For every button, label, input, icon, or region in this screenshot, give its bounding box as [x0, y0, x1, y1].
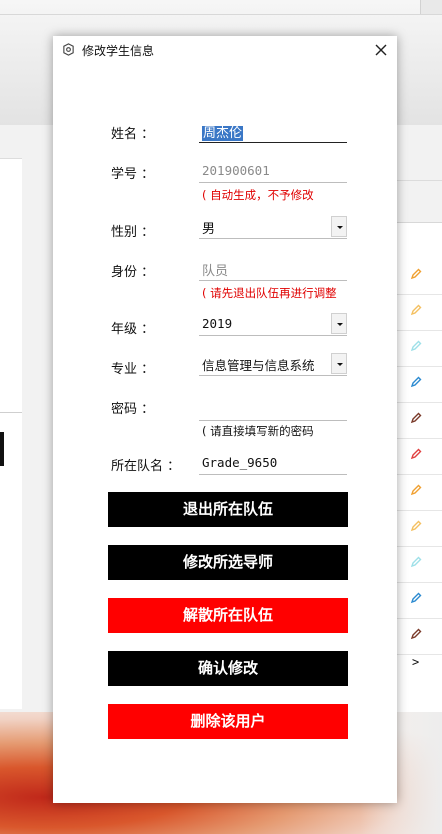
dialog-titlebar: 修改学生信息: [53, 36, 397, 64]
table-row: [396, 546, 442, 583]
table-row: [396, 366, 442, 403]
table-row: [396, 258, 442, 295]
student-id-hint: ( 自动生成，不予修改: [202, 188, 314, 202]
table-row: [396, 402, 442, 439]
identity-label: 身份 ：: [111, 265, 155, 280]
change-mentor-button[interactable]: 修改所选导师: [108, 545, 348, 580]
gender-dropdown-button[interactable]: [331, 216, 347, 237]
grade-label: 年级 ：: [111, 322, 155, 337]
team-label: 所在队名 ：: [111, 459, 181, 474]
team-value: Grade_9650: [202, 455, 278, 470]
chevron-down-icon: [337, 226, 343, 229]
major-value: 信息管理与信息系统: [202, 358, 315, 373]
student-id-field[interactable]: 201900601: [199, 160, 347, 183]
dissolve-team-button[interactable]: 解散所在队伍: [108, 598, 348, 633]
password-hint: ( 请直接填写新的密码: [202, 424, 314, 438]
pencil-icon[interactable]: [410, 412, 422, 424]
pencil-icon[interactable]: [410, 304, 422, 316]
pencil-icon[interactable]: [410, 628, 422, 640]
close-icon: [375, 44, 387, 56]
major-select[interactable]: 信息管理与信息系统: [199, 353, 347, 376]
dialog-title: 修改学生信息: [82, 44, 155, 58]
table-row: [396, 294, 442, 331]
gear-icon: [63, 43, 74, 56]
pencil-icon[interactable]: [410, 340, 422, 352]
identity-value: 队员: [202, 264, 229, 279]
gender-value: 男: [202, 222, 216, 237]
grade-select[interactable]: 2019: [199, 313, 347, 336]
background-left-divider: [0, 412, 22, 413]
identity-field[interactable]: 队员: [199, 258, 347, 281]
table-row: [396, 438, 442, 475]
pencil-icon[interactable]: [410, 376, 422, 388]
gender-label: 性别 ：: [111, 225, 155, 240]
identity-hint: ( 请先退出队伍再进行调整: [202, 286, 337, 300]
edit-student-dialog: 修改学生信息 姓名 ： 周杰伦 学号 ： 201900601 ( 自动生成，不予…: [53, 36, 397, 803]
major-dropdown-button[interactable]: [331, 353, 347, 374]
password-label: 密码 ：: [111, 402, 155, 417]
team-field[interactable]: Grade_9650: [199, 452, 347, 475]
next-page-button[interactable]: >: [412, 655, 419, 669]
pencil-icon[interactable]: [410, 268, 422, 280]
name-field[interactable]: 周杰伦: [199, 120, 347, 143]
table-row: [396, 510, 442, 547]
gender-select[interactable]: 男: [199, 216, 347, 239]
password-field[interactable]: [199, 398, 347, 421]
background-divider: [0, 14, 442, 15]
grade-value: 2019: [202, 316, 233, 331]
pencil-icon[interactable]: [410, 592, 422, 604]
table-row: [396, 618, 442, 655]
leave-team-button[interactable]: 退出所在队伍: [108, 492, 348, 527]
student-id-value: 201900601: [202, 163, 270, 178]
major-label: 专业 ：: [111, 362, 155, 377]
confirm-button[interactable]: 确认修改: [108, 651, 348, 686]
background-left-indicator: [0, 432, 4, 466]
pencil-icon[interactable]: [410, 448, 422, 460]
close-button[interactable]: [371, 40, 391, 60]
background-scrollbar-corner: [420, 0, 442, 14]
name-label: 姓名 ：: [111, 127, 155, 142]
pencil-icon[interactable]: [410, 520, 422, 532]
background-right-divider: [396, 180, 442, 181]
pencil-icon[interactable]: [410, 556, 422, 568]
table-row: [396, 330, 442, 367]
delete-user-button[interactable]: 删除该用户: [108, 704, 348, 739]
table-row: [396, 474, 442, 511]
pencil-icon[interactable]: [410, 484, 422, 496]
name-value: 周杰伦: [202, 126, 244, 141]
grade-dropdown-button[interactable]: [331, 313, 347, 334]
chevron-down-icon: [337, 363, 343, 366]
chevron-down-icon: [337, 323, 343, 326]
student-id-label: 学号 ：: [111, 167, 155, 182]
table-row: [396, 582, 442, 619]
